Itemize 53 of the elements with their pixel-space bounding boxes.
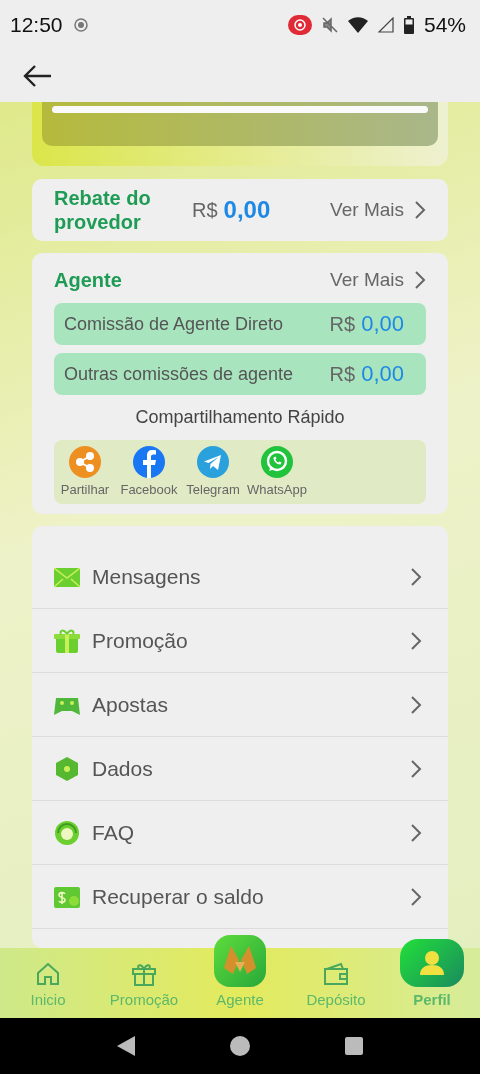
chevron-right-icon	[410, 694, 422, 715]
wallet-icon	[323, 961, 349, 987]
recents-icon[interactable]	[344, 1037, 363, 1055]
currency-label: R$	[192, 198, 218, 222]
commission-amount: 0,00	[361, 361, 404, 386]
home-icon	[35, 961, 61, 987]
menu-item[interactable]: Promoção	[32, 609, 448, 673]
paper-plane-icon	[197, 446, 229, 478]
currency-label: R$	[329, 363, 356, 385]
see-more-link[interactable]: Ver Mais	[330, 269, 426, 291]
battery-level: 54%	[423, 13, 466, 37]
commission-label: Comissão de Agente Direto	[64, 313, 284, 335]
signal-icon	[377, 17, 394, 33]
share-option[interactable]: Telegram	[182, 446, 244, 504]
gift-icon	[131, 961, 157, 987]
see-more-link[interactable]: Ver Mais	[330, 199, 426, 221]
back-icon[interactable]	[117, 1036, 136, 1056]
phone-bubble-icon	[261, 446, 293, 478]
gift-icon	[54, 627, 80, 654]
rebate-title: Rebate do provedor	[54, 186, 152, 234]
battery-icon	[403, 16, 414, 34]
clock: 12:50	[10, 13, 63, 37]
record-indicator-icon	[72, 17, 89, 33]
rebate-amount: 0,00	[223, 196, 271, 224]
chevron-right-icon	[410, 566, 422, 587]
menu-item[interactable]: Dados	[32, 737, 448, 801]
commission-label: Outras comissões de agente	[64, 363, 294, 385]
mute-icon	[321, 17, 338, 33]
back-arrow-icon[interactable]	[22, 64, 52, 88]
home-button-icon[interactable]	[230, 1036, 250, 1056]
facebook-icon	[133, 446, 165, 478]
chevron-right-icon	[414, 270, 426, 290]
wifi-icon	[347, 17, 368, 33]
hexagon-icon	[54, 755, 80, 782]
chevron-right-icon	[414, 200, 426, 220]
share-option[interactable]: Partilhar	[54, 446, 116, 504]
commission-amount: 0,00	[361, 311, 404, 336]
currency-label: R$	[329, 313, 356, 335]
menu-item[interactable]: FAQ	[32, 801, 448, 865]
chevron-right-icon	[410, 886, 422, 907]
share-title: Compartilhamento Rápido	[134, 407, 346, 428]
person-icon	[419, 949, 445, 977]
chevron-right-icon	[410, 758, 422, 779]
chevron-right-icon	[410, 630, 422, 651]
menu-item[interactable]: Apostas	[32, 673, 448, 737]
screen-record-icon	[287, 15, 312, 35]
share-option[interactable]: WhatsApp	[246, 446, 308, 504]
agent-title: Agente	[54, 268, 122, 292]
share-icon	[69, 446, 101, 478]
menu-item[interactable]: Recuperar o saldo	[32, 865, 448, 929]
share-option[interactable]: Facebook	[118, 446, 180, 504]
menu-item[interactable]: Mensagens	[32, 545, 448, 609]
chevron-right-icon	[410, 822, 422, 843]
